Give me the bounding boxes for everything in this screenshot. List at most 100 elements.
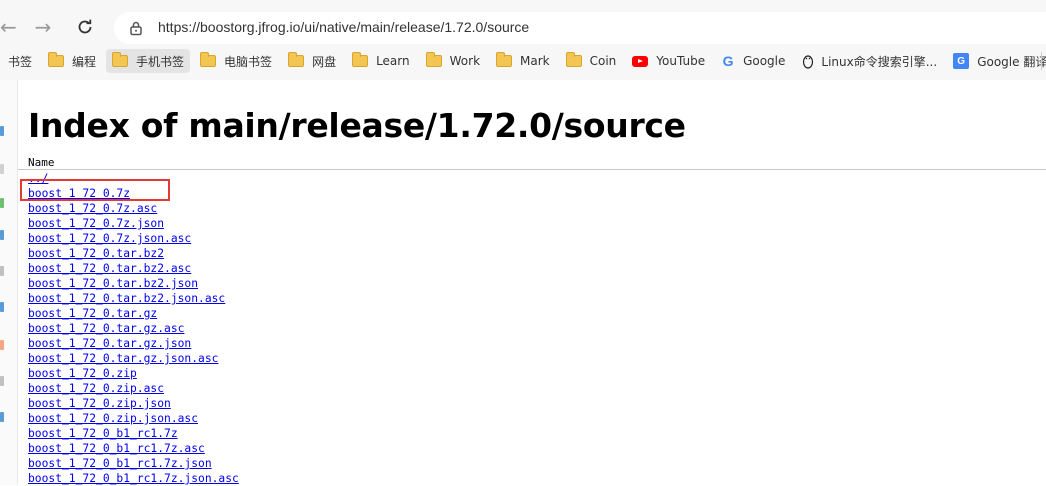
list-item: boost_1_72_0.tar.bz2.json (28, 276, 239, 291)
list-item: boost_1_72_0.7z.asc (28, 201, 239, 216)
folder-icon (425, 52, 442, 67)
bookmark-label: 电脑书签 (224, 54, 273, 69)
column-header-name: Name (28, 156, 55, 169)
bookmark-folder-learn[interactable]: Learn (346, 49, 416, 73)
list-item: boost_1_72_0.tar.gz.json (28, 336, 239, 351)
sidebar-marker (0, 340, 4, 350)
list-item: boost_1_72_0.tar.bz2.asc (28, 261, 239, 276)
folder-icon (112, 52, 129, 67)
bookmark-label: 手机书签 (136, 54, 185, 69)
bookmark-label: Work (449, 54, 481, 68)
file-link[interactable]: boost_1_72_0.tar.bz2.json (28, 277, 198, 290)
bookmark-label: 编程 (72, 54, 97, 69)
list-item: boost_1_72_0.tar.gz (28, 306, 239, 321)
list-item: boost_1_72_0_b1_rc1.7z.json (28, 456, 239, 471)
list-item: boost_1_72_0.7z.json (28, 216, 239, 231)
bookmark-label: Google 翻译 (977, 54, 1046, 69)
bookmark-folder-biancheng[interactable]: 编程 (42, 49, 102, 73)
bookmark-folder-diannao[interactable]: 电脑书签 (194, 49, 278, 73)
list-item: boost_1_72_0_b1_rc1.7z.asc (28, 441, 239, 456)
bookmark-shuqian[interactable]: 书签 (0, 49, 38, 73)
file-link[interactable]: boost_1_72_0.7z.json.asc (28, 232, 191, 245)
sidebar-marker (0, 230, 4, 240)
file-link[interactable]: boost_1_72_0.7z.asc (28, 202, 157, 215)
file-link[interactable]: boost_1_72_0.tar.gz.json (28, 337, 191, 350)
file-link[interactable]: boost_1_72_0.tar.bz2.json.asc (28, 292, 225, 305)
bookmark-folder-shouji[interactable]: 手机书签 (106, 49, 191, 73)
list-item: boost_1_72_0.7z.json.asc (28, 231, 239, 246)
youtube-icon (632, 55, 649, 67)
file-link[interactable]: boost_1_72_0.tar.gz.json.asc (28, 352, 218, 365)
reload-icon (78, 19, 92, 34)
file-link[interactable]: boost_1_72_0.zip.asc (28, 382, 164, 395)
list-item: boost_1_72_0.tar.bz2.json.asc (28, 291, 239, 306)
bookmark-youtube[interactable]: YouTube (626, 49, 711, 73)
google-icon: G (722, 53, 734, 69)
list-item: boost_1_72_0.zip (28, 366, 239, 381)
page-content: Index of main/release/1.72.0/source Name… (18, 80, 1046, 485)
folder-icon (200, 52, 217, 67)
folder-icon (288, 52, 305, 67)
bookmark-folder-work[interactable]: Work (420, 49, 486, 73)
bookmarks-bar: 书签 编程 手机书签 电脑书签 网盘 Learn Work Mark Coin … (0, 47, 1046, 75)
bookmark-google[interactable]: G Google (715, 49, 791, 73)
list-item: boost_1_72_0.tar.gz.asc (28, 321, 239, 336)
lock-icon[interactable] (128, 20, 144, 36)
bookmark-label: 书签 (8, 54, 33, 69)
sidebar-marker (0, 198, 4, 208)
file-list: ../boost_1_72_0.7z boost_1_72_0.7z.asc boo… (28, 171, 239, 486)
folder-icon (565, 52, 582, 67)
list-item: boost_1_72_0.zip.json (28, 396, 239, 411)
sidebar-marker (0, 126, 4, 136)
list-item: boost_1_72_0_b1_rc1.7z.json.asc (28, 471, 239, 486)
bookmark-folder-coin[interactable]: Coin (560, 49, 623, 73)
linux-icon (803, 55, 814, 69)
bookmark-folder-wangpan[interactable]: 网盘 (282, 49, 342, 73)
bookmark-folder-mark[interactable]: Mark (490, 49, 556, 73)
sidebar-marker (0, 266, 4, 276)
reload-button[interactable] (70, 12, 100, 42)
arrow-right-icon: → (34, 15, 52, 39)
left-sidebar (0, 80, 18, 485)
google-translate-icon: G (953, 53, 970, 69)
browser-toolbar: ← → https://boostorg.jfrog.io/ui/native/… (0, 0, 1046, 80)
bookmark-label: Google (743, 54, 786, 68)
file-link[interactable]: boost_1_72_0.zip.json (28, 397, 171, 410)
list-item: boost_1_72_0.zip.asc (28, 381, 239, 396)
file-link[interactable]: boost_1_72_0_b1_rc1.7z.asc (28, 442, 205, 455)
bookmark-label: 网盘 (312, 54, 337, 69)
file-link[interactable]: boost_1_72_0_b1_rc1.7z.json.asc (28, 472, 239, 485)
sidebar-marker (0, 412, 4, 422)
file-link[interactable]: boost_1_72_0_b1_rc1.7z.json (28, 457, 212, 470)
bookmark-label: Learn (376, 54, 410, 68)
file-link[interactable]: boost_1_72_0.7z.json (28, 217, 164, 230)
bookmark-google-translate[interactable]: G Google 翻译 (947, 49, 1046, 73)
forward-button[interactable]: → (28, 12, 58, 42)
file-link[interactable]: boost_1_72_0.tar.gz (28, 307, 157, 320)
back-button[interactable]: ← (0, 12, 22, 42)
bookmark-label: YouTube (656, 54, 706, 68)
list-item: boost_1_72_0.zip.json.asc (28, 411, 239, 426)
bookmark-label: Coin (589, 54, 617, 68)
address-bar[interactable]: https://boostorg.jfrog.io/ui/native/main… (114, 12, 1046, 44)
file-link[interactable]: boost_1_72_0.tar.bz2.asc (28, 262, 191, 275)
file-link[interactable]: boost_1_72_0.tar.bz2 (28, 247, 164, 260)
folder-icon (48, 52, 65, 67)
bookmark-label: Mark (520, 54, 550, 68)
file-link[interactable]: boost_1_72_0.zip (28, 367, 137, 380)
folder-icon (496, 52, 513, 67)
bookmark-linux-search[interactable]: Linux命令搜索引擎... (795, 49, 943, 73)
page-title: Index of main/release/1.72.0/source (28, 106, 686, 145)
sidebar-marker (0, 164, 4, 174)
file-link[interactable]: boost_1_72_0_b1_rc1.7z (28, 427, 178, 440)
folder-icon (352, 52, 369, 67)
file-link[interactable]: boost_1_72_0.tar.gz.asc (28, 322, 184, 335)
list-item: boost_1_72_0.tar.gz.json.asc (28, 351, 239, 366)
sidebar-marker (0, 302, 4, 312)
arrow-left-icon: ← (0, 15, 17, 39)
list-item: boost_1_72_0_b1_rc1.7z (28, 426, 239, 441)
list-item: boost_1_72_0.tar.bz2 (28, 246, 239, 261)
sidebar-marker (0, 376, 4, 386)
file-link[interactable]: boost_1_72_0.zip.json.asc (28, 412, 198, 425)
url-text[interactable]: https://boostorg.jfrog.io/ui/native/main… (158, 19, 529, 35)
